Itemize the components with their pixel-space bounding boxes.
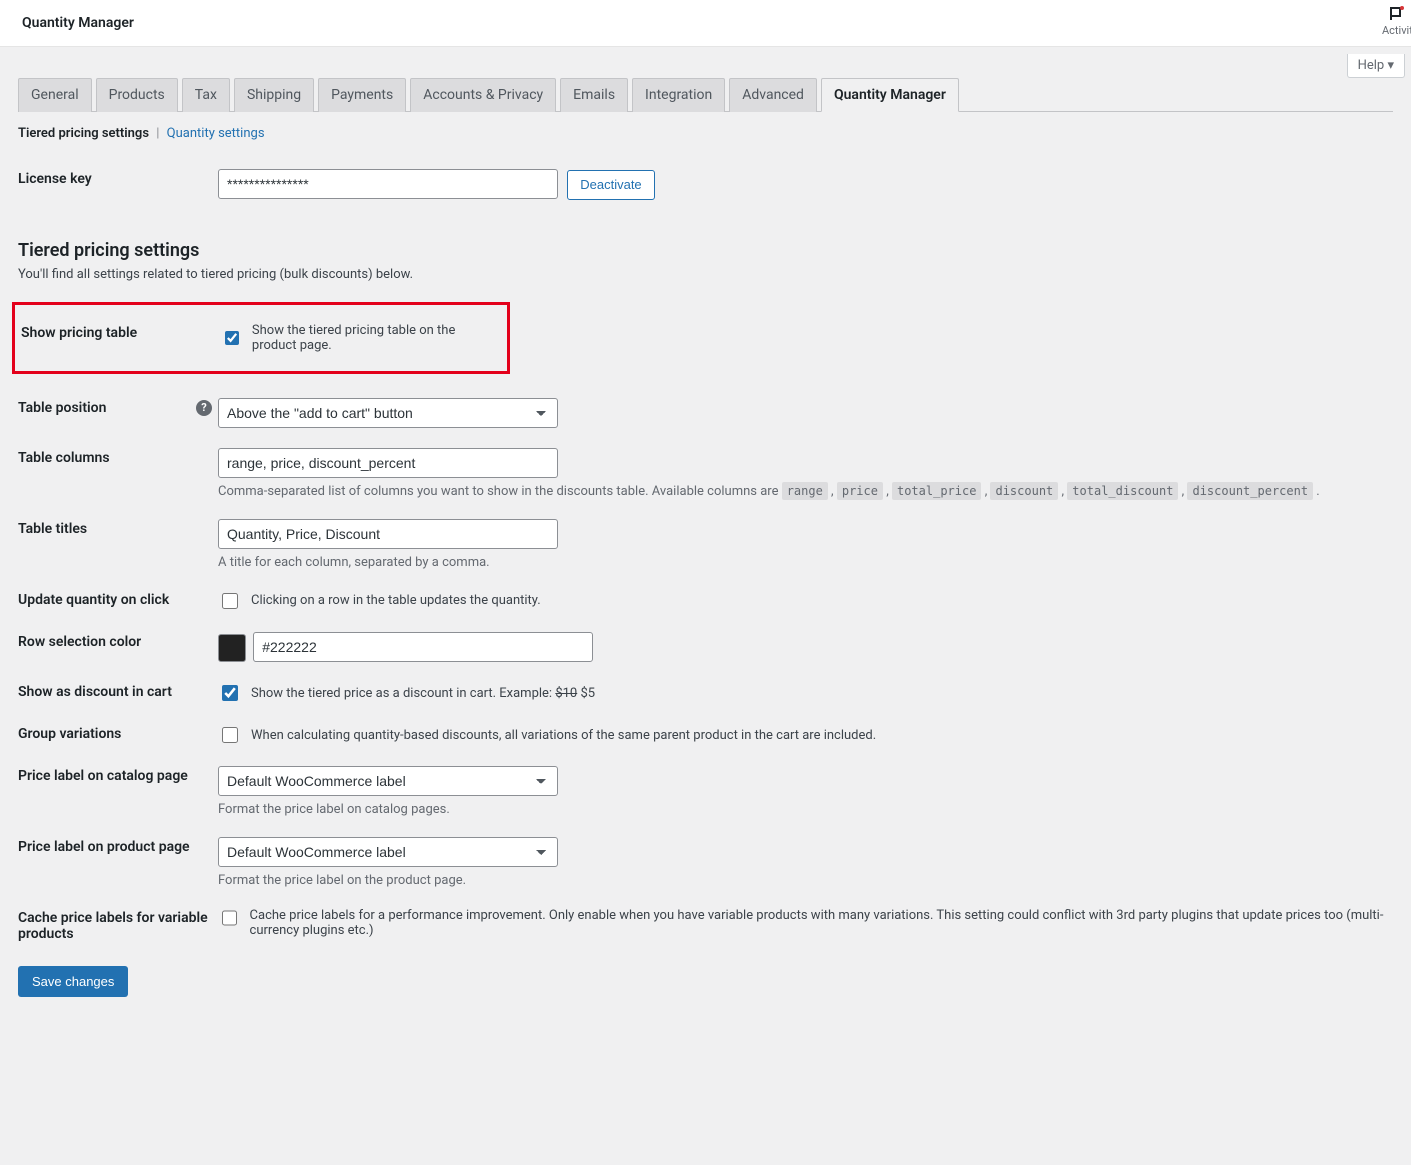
- tab-shipping[interactable]: Shipping: [234, 78, 314, 112]
- example-strike: $10: [555, 686, 577, 701]
- update-quantity-row: Update quantity on click Clicking on a r…: [18, 580, 1393, 622]
- activity-panel[interactable]: Activit: [1382, 6, 1411, 37]
- tag-total-price: total_price: [892, 482, 981, 500]
- page-title: Quantity Manager: [22, 15, 134, 31]
- table-titles-label: Table titles: [18, 509, 218, 580]
- save-changes-button[interactable]: Save changes: [18, 966, 128, 997]
- settings-tabs: General Products Tax Shipping Payments A…: [18, 77, 1393, 112]
- update-quantity-desc: Clicking on a row in the table updates t…: [251, 593, 541, 608]
- tab-products[interactable]: Products: [96, 78, 178, 112]
- update-quantity-label: Update quantity on click: [18, 580, 218, 622]
- tab-emails[interactable]: Emails: [560, 78, 628, 112]
- product-label-row: Price label on product page Default WooC…: [18, 827, 1393, 898]
- subsub-quantity-settings[interactable]: Quantity settings: [167, 126, 265, 141]
- product-label-label: Price label on product page: [18, 827, 218, 898]
- group-variations-desc: When calculating quantity-based discount…: [251, 728, 876, 743]
- show-discount-cart-desc: Show the tiered price as a discount in c…: [251, 686, 595, 701]
- table-titles-row: Table titles A title for each column, se…: [18, 509, 1393, 580]
- license-key-input[interactable]: [218, 169, 558, 199]
- license-key-row: License key Deactivate: [18, 159, 1393, 210]
- table-position-label: Table position: [18, 400, 106, 416]
- tab-payments[interactable]: Payments: [318, 78, 406, 112]
- product-label-desc: Format the price label on the product pa…: [218, 873, 1393, 888]
- group-variations-row: Group variations When calculating quanti…: [18, 714, 1393, 756]
- table-position-select[interactable]: Above the "add to cart" button: [218, 398, 558, 428]
- activity-icon: [1388, 6, 1406, 22]
- row-color-row: Row selection color: [18, 622, 1393, 673]
- table-titles-desc: A title for each column, separated by a …: [218, 555, 1393, 570]
- section-description: You'll find all settings related to tier…: [18, 267, 1393, 282]
- product-label-select[interactable]: Default WooCommerce label: [218, 837, 558, 867]
- tag-total-discount: total_discount: [1067, 482, 1178, 500]
- cache-labels-label: Cache price labels for variable products: [18, 898, 218, 954]
- table-position-row: Table position ? Above the "add to cart"…: [18, 388, 1393, 438]
- separator: |: [156, 126, 159, 141]
- row-color-label: Row selection color: [18, 622, 218, 673]
- tab-quantity-manager[interactable]: Quantity Manager: [821, 78, 959, 112]
- highlighted-setting: Show pricing table Show the tiered prici…: [12, 302, 510, 374]
- table-columns-desc: Comma-separated list of columns you want…: [218, 484, 1393, 499]
- tab-advanced[interactable]: Advanced: [729, 78, 817, 112]
- group-variations-checkbox[interactable]: [222, 727, 238, 743]
- tab-integration[interactable]: Integration: [632, 78, 725, 112]
- sub-navigation: Tiered pricing settings | Quantity setti…: [18, 126, 1393, 141]
- tag-range: range: [782, 482, 828, 500]
- tag-discount: discount: [990, 482, 1058, 500]
- table-columns-label: Table columns: [18, 438, 218, 509]
- tab-tax[interactable]: Tax: [182, 78, 230, 112]
- tag-discount-percent: discount_percent: [1187, 482, 1313, 500]
- tag-price: price: [837, 482, 883, 500]
- help-label: Help: [1358, 58, 1385, 73]
- show-discount-cart-checkbox[interactable]: [222, 685, 238, 701]
- row-color-input[interactable]: [253, 632, 593, 662]
- tab-general[interactable]: General: [18, 78, 92, 112]
- help-dropdown[interactable]: Help ▾: [1347, 54, 1405, 78]
- cache-labels-desc: Cache price labels for a performance imp…: [250, 908, 1393, 938]
- catalog-label-row: Price label on catalog page Default WooC…: [18, 756, 1393, 827]
- chevron-down-icon: ▾: [1387, 58, 1394, 73]
- show-discount-cart-row: Show as discount in cart Show the tiered…: [18, 672, 1393, 714]
- update-quantity-checkbox[interactable]: [222, 593, 238, 609]
- show-pricing-table-label: Show pricing table: [21, 313, 221, 363]
- color-swatch[interactable]: [218, 634, 246, 662]
- table-columns-row: Table columns Comma-separated list of co…: [18, 438, 1393, 509]
- catalog-label-label: Price label on catalog page: [18, 756, 218, 827]
- top-header: Quantity Manager Activit: [0, 0, 1411, 47]
- cache-labels-row: Cache price labels for variable products…: [18, 898, 1393, 954]
- deactivate-button[interactable]: Deactivate: [567, 170, 654, 200]
- group-variations-label: Group variations: [18, 714, 218, 756]
- catalog-label-desc: Format the price label on catalog pages.: [218, 802, 1393, 817]
- tab-accounts-privacy[interactable]: Accounts & Privacy: [410, 78, 556, 112]
- table-titles-input[interactable]: [218, 519, 558, 549]
- catalog-label-select[interactable]: Default WooCommerce label: [218, 766, 558, 796]
- table-columns-input[interactable]: [218, 448, 558, 478]
- help-icon[interactable]: ?: [196, 400, 212, 416]
- show-pricing-table-container: Show the tiered pricing table on the pro…: [221, 323, 501, 353]
- license-key-label: License key: [18, 159, 218, 210]
- cache-labels-checkbox[interactable]: [222, 910, 237, 926]
- show-discount-cart-label: Show as discount in cart: [18, 672, 218, 714]
- activity-label: Activit: [1382, 24, 1411, 37]
- subsub-tiered-pricing[interactable]: Tiered pricing settings: [18, 126, 149, 141]
- show-pricing-table-desc: Show the tiered pricing table on the pro…: [252, 323, 501, 353]
- show-pricing-table-checkbox[interactable]: [225, 330, 239, 346]
- section-heading: Tiered pricing settings: [18, 240, 1393, 261]
